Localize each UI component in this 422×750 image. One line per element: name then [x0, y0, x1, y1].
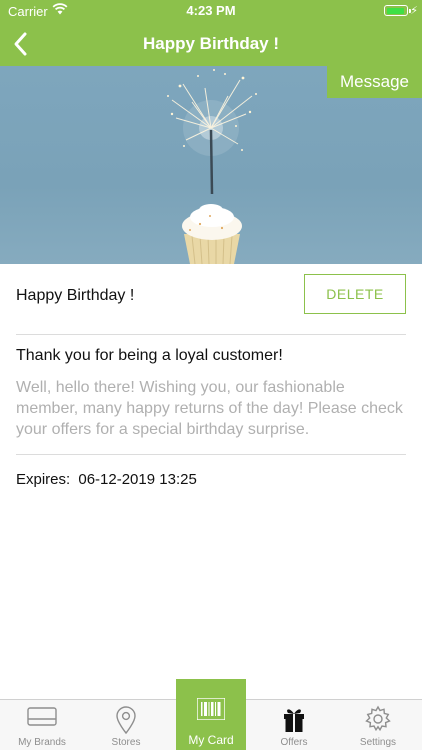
card-icon: [27, 707, 57, 726]
tab-my-brands[interactable]: My Brands: [0, 700, 84, 750]
tab-offers[interactable]: Offers: [252, 700, 336, 750]
offer-expiry: Expires: 06-12-2019 13:25: [16, 471, 197, 488]
charging-icon: ⚡: [410, 5, 418, 17]
tab-my-card[interactable]: My Card: [176, 679, 246, 750]
nav-bar: Happy Birthday !: [0, 22, 422, 66]
tab-stores[interactable]: Stores: [84, 700, 168, 750]
tab-label: Offers: [280, 737, 308, 748]
tab-settings[interactable]: Settings: [336, 700, 420, 750]
offer-title: Happy Birthday !: [16, 287, 135, 304]
gift-icon: [284, 709, 304, 732]
offer-headline: Thank you for being a loyal customer!: [16, 347, 283, 364]
page-title: Happy Birthday !: [142, 34, 280, 53]
status-time: 4:23 PM: [186, 3, 236, 18]
status-bar: Carrier 4:23 PM ⚡: [0, 0, 422, 22]
battery-icon: [384, 5, 411, 16]
expires-value: 06-12-2019 13:25: [78, 471, 197, 488]
divider: [16, 454, 406, 455]
tab-label: Settings: [359, 737, 397, 748]
hero-image: Message: [0, 66, 422, 264]
location-pin-icon: [116, 706, 136, 735]
tab-label: Stores: [111, 737, 141, 748]
offer-title-row: Happy Birthday ! DELETE: [16, 264, 406, 334]
gear-icon: [365, 705, 391, 732]
expires-label: Expires:: [16, 471, 71, 488]
divider: [16, 334, 406, 335]
barcode-icon: [197, 698, 225, 720]
offer-body: Well, hello there! Wishing you, our fash…: [16, 379, 403, 438]
message-tag: Message: [327, 66, 422, 98]
tab-label: My Brands: [18, 737, 66, 748]
tab-label: My Card: [188, 733, 234, 747]
app-header: Carrier 4:23 PM ⚡ Happy Birthday !: [0, 0, 422, 66]
delete-button[interactable]: DELETE: [304, 274, 406, 314]
